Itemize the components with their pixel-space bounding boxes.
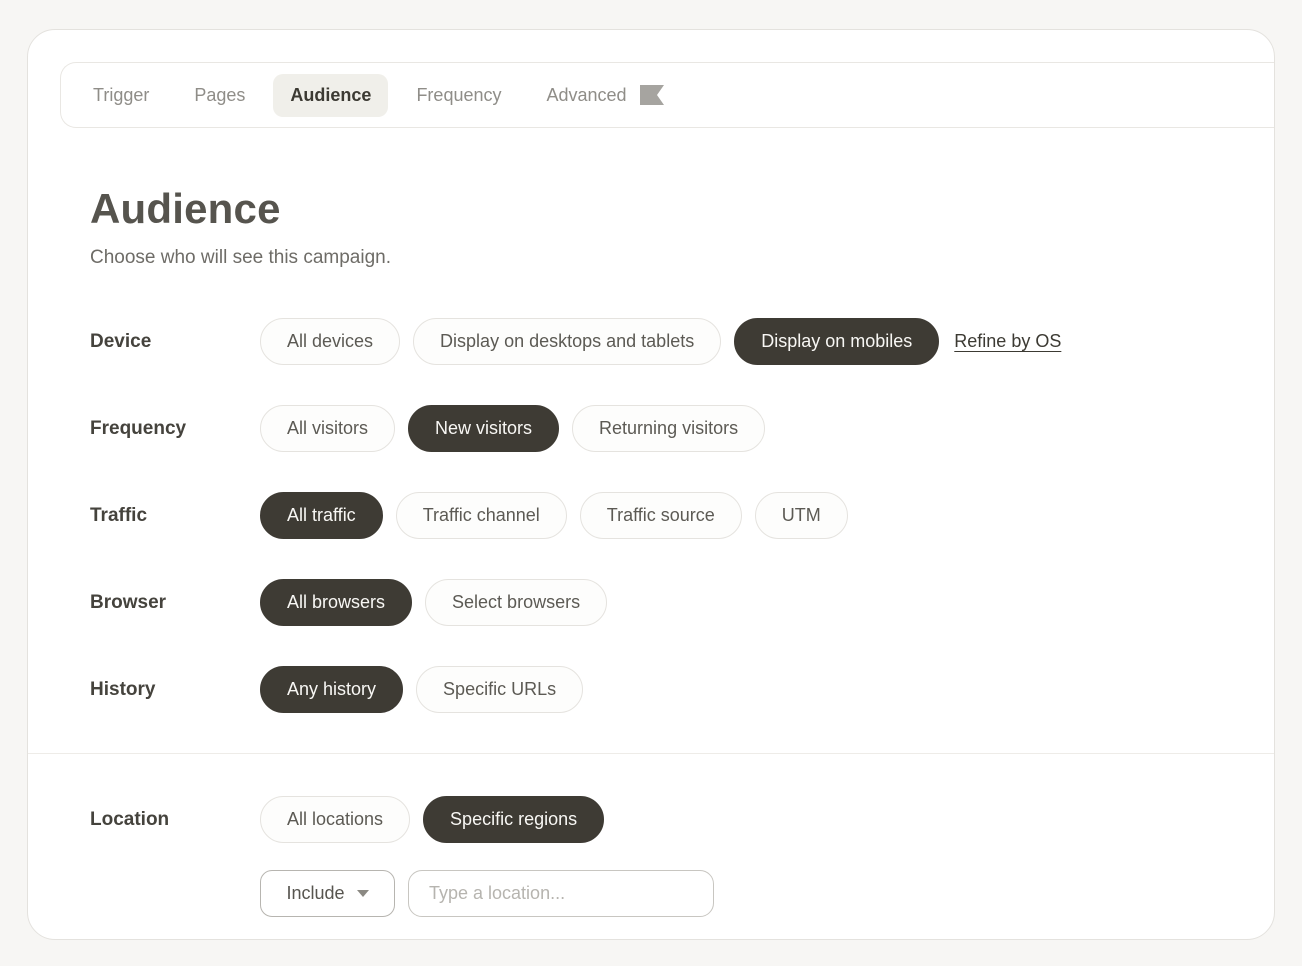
frequency-row-label: Frequency <box>90 418 260 440</box>
pill-all-devices[interactable]: All devices <box>260 318 400 365</box>
pill-display-mobiles[interactable]: Display on mobiles <box>734 318 939 365</box>
pill-returning-visitors[interactable]: Returning visitors <box>572 405 765 452</box>
traffic-row: Traffic All traffic Traffic channel Traf… <box>90 492 1212 539</box>
tab-pages[interactable]: Pages <box>194 85 245 106</box>
audience-option-rows: Device All devices Display on desktops a… <box>90 318 1212 917</box>
location-search-input[interactable] <box>408 870 714 917</box>
pill-specific-urls[interactable]: Specific URLs <box>416 666 583 713</box>
browser-row-label: Browser <box>90 592 260 614</box>
pill-any-history[interactable]: Any history <box>260 666 403 713</box>
browser-row: Browser All browsers Select browsers <box>90 579 1212 626</box>
history-row: History Any history Specific URLs <box>90 666 1212 713</box>
location-filter-row: Include <box>260 870 1212 917</box>
chevron-down-icon <box>357 890 369 897</box>
section-divider <box>28 753 1274 754</box>
refine-by-os-link[interactable]: Refine by OS <box>954 331 1061 352</box>
frequency-pill-group: All visitors New visitors Returning visi… <box>260 405 765 452</box>
traffic-row-label: Traffic <box>90 505 260 527</box>
pill-all-visitors[interactable]: All visitors <box>260 405 395 452</box>
include-mode-value: Include <box>286 883 344 904</box>
audience-panel: Audience Choose who will see this campai… <box>28 185 1274 917</box>
pill-new-visitors[interactable]: New visitors <box>408 405 559 452</box>
pill-all-traffic[interactable]: All traffic <box>260 492 383 539</box>
flag-icon <box>638 85 664 105</box>
device-pill-group: All devices Display on desktops and tabl… <box>260 318 1061 365</box>
pill-utm[interactable]: UTM <box>755 492 848 539</box>
include-mode-select[interactable]: Include <box>260 870 395 917</box>
tab-bar: Trigger Pages Audience Frequency Advance… <box>60 62 1274 128</box>
pill-traffic-source[interactable]: Traffic source <box>580 492 742 539</box>
page-title: Audience <box>90 185 1212 233</box>
campaign-settings-card: Trigger Pages Audience Frequency Advance… <box>27 29 1275 940</box>
device-row-label: Device <box>90 331 260 353</box>
tab-frequency[interactable]: Frequency <box>416 85 501 106</box>
page-subtitle: Choose who will see this campaign. <box>90 247 1212 269</box>
device-row: Device All devices Display on desktops a… <box>90 318 1212 365</box>
history-row-label: History <box>90 679 260 701</box>
location-row-label: Location <box>90 809 260 831</box>
tab-audience[interactable]: Audience <box>273 74 388 117</box>
pill-all-locations[interactable]: All locations <box>260 796 410 843</box>
location-pill-group: All locations Specific regions <box>260 796 604 843</box>
pill-traffic-channel[interactable]: Traffic channel <box>396 492 567 539</box>
pill-specific-regions[interactable]: Specific regions <box>423 796 604 843</box>
pill-display-desktops-tablets[interactable]: Display on desktops and tablets <box>413 318 721 365</box>
browser-pill-group: All browsers Select browsers <box>260 579 607 626</box>
location-row: Location All locations Specific regions <box>90 796 1212 843</box>
traffic-pill-group: All traffic Traffic channel Traffic sour… <box>260 492 848 539</box>
tab-trigger[interactable]: Trigger <box>93 85 149 106</box>
tab-advanced-label: Advanced <box>546 85 626 106</box>
history-pill-group: Any history Specific URLs <box>260 666 583 713</box>
frequency-row: Frequency All visitors New visitors Retu… <box>90 405 1212 452</box>
tab-advanced[interactable]: Advanced <box>546 85 663 106</box>
pill-all-browsers[interactable]: All browsers <box>260 579 412 626</box>
pill-select-browsers[interactable]: Select browsers <box>425 579 607 626</box>
